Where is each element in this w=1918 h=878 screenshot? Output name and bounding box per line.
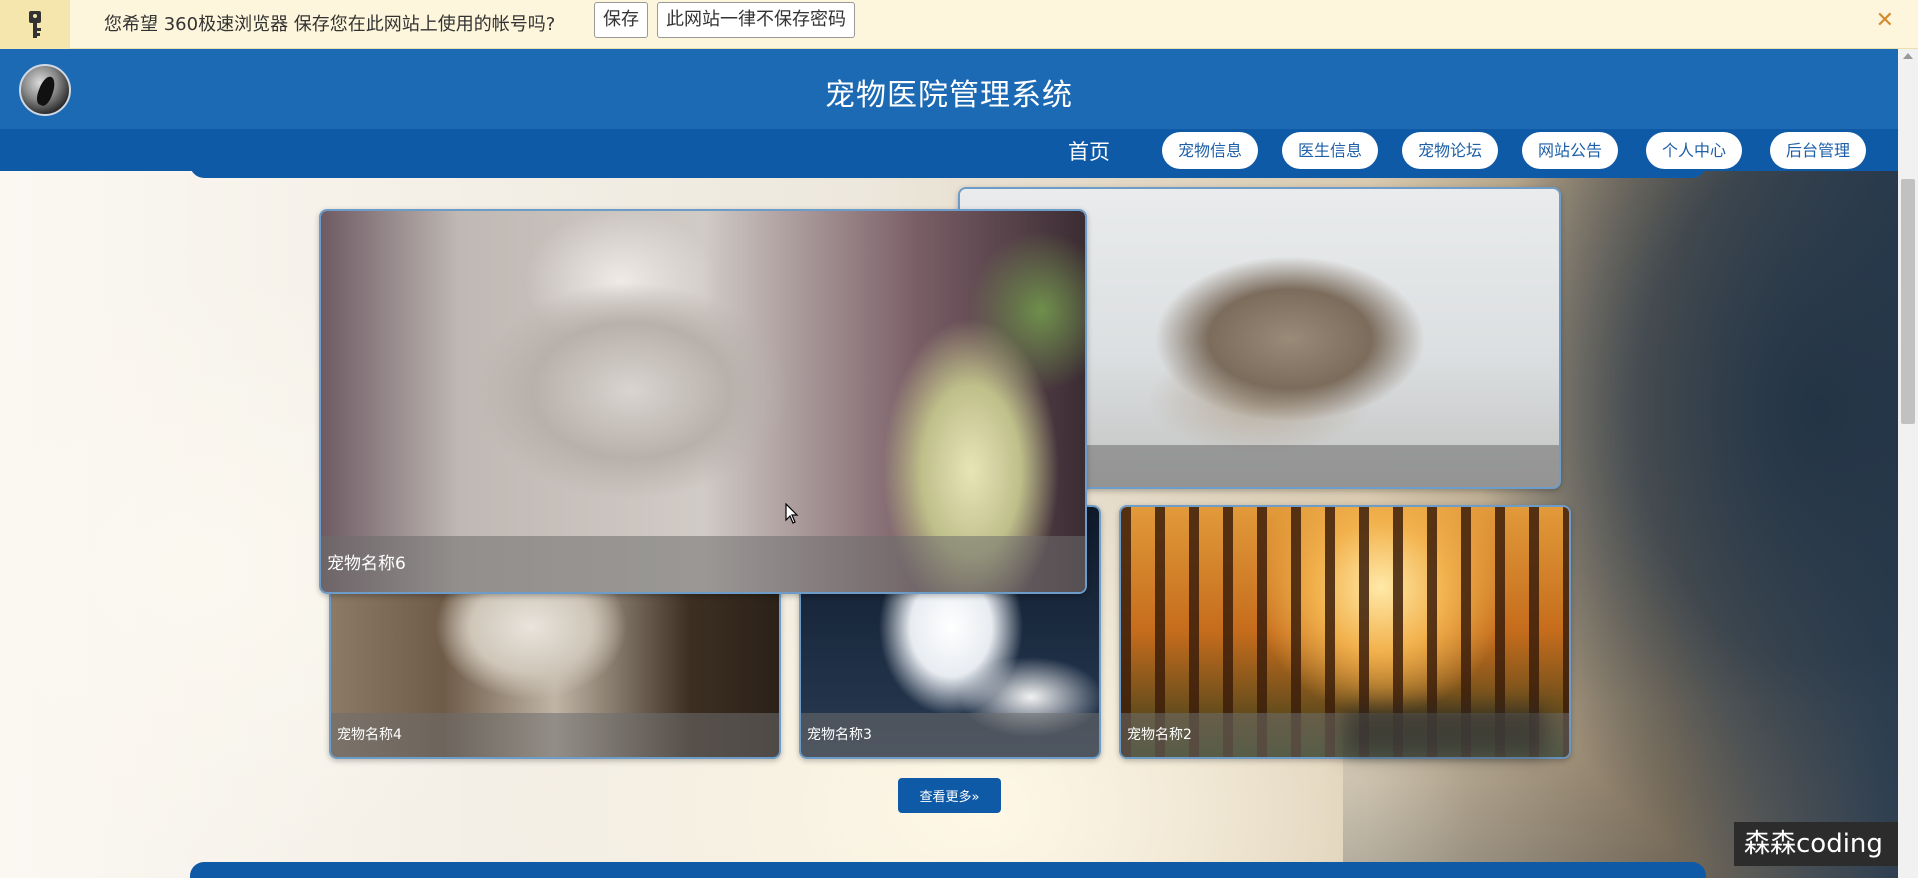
never-save-password-button[interactable]: 此网站一律不保存密码: [657, 2, 855, 38]
key-icon-box: [0, 0, 70, 49]
main-nav: 首页 宠物信息 医生信息 宠物论坛 网站公告 个人中心 后台管理: [0, 129, 1898, 171]
nav-doctor-info[interactable]: 医生信息: [1282, 132, 1379, 169]
page-title: 宠物医院管理系统: [825, 78, 1073, 113]
pet-card-featured[interactable]: 宠物名称6: [319, 209, 1087, 594]
pet-name: 宠物名称4: [331, 713, 779, 757]
footer-bar: [190, 862, 1706, 878]
nav-pet-forum[interactable]: 宠物论坛: [1402, 132, 1499, 169]
save-password-button[interactable]: 保存: [594, 2, 648, 38]
scrollbar[interactable]: [1898, 49, 1918, 878]
nav-personal-center[interactable]: 个人中心: [1646, 132, 1743, 169]
watermark: 森森coding: [1734, 822, 1898, 866]
nav-home[interactable]: 首页: [1068, 136, 1110, 166]
password-save-message: 您希望 360极速浏览器 保存您在此网站上使用的帐号吗?: [104, 14, 556, 35]
nav-pet-info[interactable]: 宠物信息: [1162, 132, 1259, 169]
scrollbar-thumb[interactable]: [1901, 179, 1915, 424]
site-header: 宠物医院管理系统: [0, 49, 1898, 129]
password-save-bar: 您希望 360极速浏览器 保存您在此网站上使用的帐号吗? 保存 此网站一律不保存…: [0, 0, 1918, 49]
nav-admin[interactable]: 后台管理: [1770, 132, 1867, 169]
key-icon: [29, 10, 41, 38]
pet-image: [321, 211, 1085, 592]
view-more-button[interactable]: 查看更多»: [898, 778, 1001, 813]
close-icon[interactable]: ✕: [1876, 8, 1894, 33]
scroll-up-icon[interactable]: [1903, 53, 1913, 59]
nav-announcements[interactable]: 网站公告: [1522, 132, 1619, 169]
pet-name: 宠物名称3: [801, 713, 1099, 757]
pet-name: 宠物名称6: [321, 536, 1085, 592]
mouse-cursor-icon: [785, 503, 799, 524]
